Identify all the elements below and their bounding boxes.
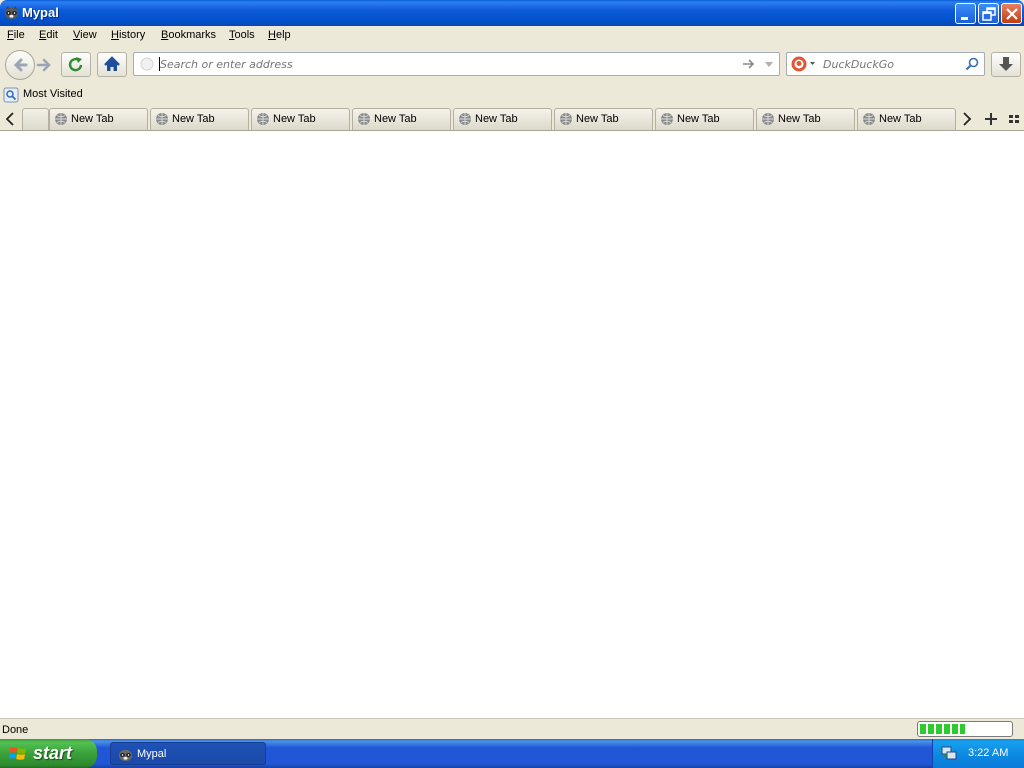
globe-icon [257,113,269,125]
menu-edit[interactable]: Edit [39,29,58,41]
progress-fill [920,724,965,734]
url-input[interactable] [160,56,720,72]
window-title: Mypal [22,5,59,20]
navigation-toolbar [0,47,1024,83]
globe-icon [459,113,471,125]
reload-button[interactable] [61,52,91,77]
home-button[interactable] [97,52,127,77]
menu-tools[interactable]: Tools [229,29,255,41]
tab-label: New Tab [879,113,922,125]
tab-label: New Tab [374,113,417,125]
tab-new-tab[interactable]: New Tab [756,108,855,130]
tab-new-tab[interactable]: New Tab [655,108,754,130]
menu-bookmarks[interactable]: Bookmarks [161,29,216,41]
download-icon [999,57,1013,71]
tab-label: New Tab [172,113,215,125]
tab-label: New Tab [273,113,316,125]
tab-label: New Tab [71,113,114,125]
list-all-tabs-icon[interactable] [1005,109,1023,129]
tab-new-tab[interactable]: New Tab [251,108,350,130]
page-content-area[interactable] [0,131,1024,718]
tab-new-tab[interactable]: New Tab [352,108,451,130]
forward-arrow-icon [36,58,51,72]
back-arrow-icon [13,58,28,72]
tab-label: New Tab [576,113,619,125]
windows-logo-icon [8,747,26,760]
menu-file[interactable]: File [7,29,25,41]
globe-icon [863,113,875,125]
search-input[interactable] [823,56,963,72]
system-tray: 3:22 AM [932,739,1024,768]
tab-label: New Tab [677,113,720,125]
bookmarks-toolbar: Most Visited [0,83,1024,106]
globe-icon [358,113,370,125]
scroll-tabs-right-icon[interactable] [958,108,976,130]
tab-new-tab[interactable]: New Tab [554,108,653,130]
globe-icon [55,113,67,125]
back-button[interactable] [5,50,35,80]
tab-new-tab[interactable]: New Tab [453,108,552,130]
tab-strip: New Tab New Tab New Tab New Tab New Tab … [0,106,1024,131]
title-bar[interactable]: Mypal [0,0,1024,26]
status-bar: Done [0,718,1024,739]
taskbar-item-label: Mypal [137,748,167,760]
menu-view[interactable]: View [73,29,97,41]
search-icon[interactable] [964,56,980,72]
start-button[interactable]: start [0,739,97,768]
menu-bar: File Edit View History Bookmarks Tools H… [0,26,1024,47]
network-icon[interactable] [941,745,957,761]
tab-pinned-blank[interactable] [22,108,49,130]
home-icon [104,56,120,71]
tab-new-tab[interactable]: New Tab [857,108,956,130]
progress-bar [917,721,1013,737]
go-arrow-icon[interactable] [741,57,757,71]
tab-label: New Tab [475,113,518,125]
taskbar-item-mypal[interactable]: Mypal [110,742,266,765]
menu-help[interactable]: Help [268,29,291,41]
globe-icon [156,113,168,125]
tab-label: New Tab [778,113,821,125]
scroll-tabs-left-icon[interactable] [1,108,19,130]
url-bar[interactable] [133,52,780,76]
search-bar[interactable] [786,52,985,76]
bookmark-label: Most Visited [23,88,83,100]
taskbar: start Mypal 3:22 AM [0,739,1024,768]
minimize-button[interactable] [955,3,976,24]
new-tab-plus-icon[interactable] [981,109,1001,129]
restore-icon [982,7,996,21]
status-text: Done [2,724,29,736]
clock[interactable]: 3:22 AM [968,747,1008,759]
globe-icon [762,113,774,125]
most-visited-icon [3,87,19,103]
tab-new-tab[interactable]: New Tab [49,108,148,130]
restore-button[interactable] [978,3,999,24]
menu-history[interactable]: History [111,29,145,41]
downloads-button[interactable] [991,52,1021,77]
minimize-icon [961,17,968,20]
start-label: start [33,743,73,763]
globe-icon [661,113,673,125]
duckduckgo-engine-icon[interactable] [790,55,818,73]
close-button[interactable] [1001,3,1022,24]
reload-icon [68,57,83,72]
forward-button[interactable] [34,54,56,76]
mypal-raccoon-icon [4,5,19,20]
globe-icon [560,113,572,125]
page-identity-icon [140,57,154,71]
history-dropdown-icon[interactable] [762,57,776,71]
mypal-raccoon-icon [118,749,133,762]
close-icon [1006,8,1018,20]
tab-new-tab[interactable]: New Tab [150,108,249,130]
